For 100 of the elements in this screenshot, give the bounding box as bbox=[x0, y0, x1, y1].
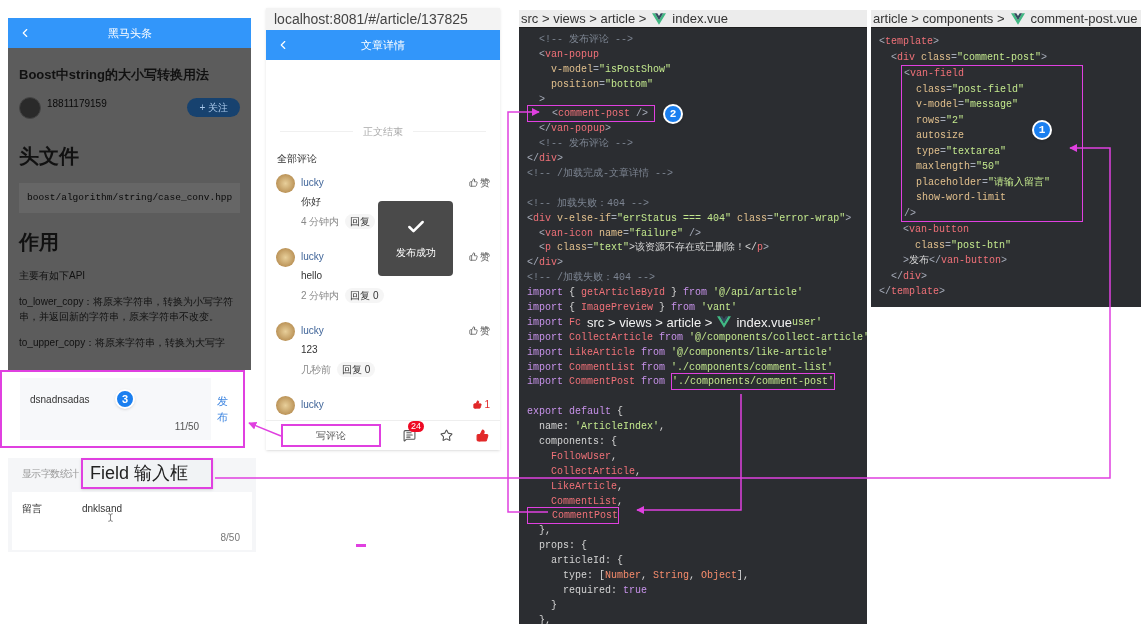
code-token: props: { bbox=[538, 539, 587, 554]
like-button[interactable]: 赞 bbox=[469, 174, 490, 190]
comment-author: lucky bbox=[301, 175, 324, 190]
code-token: < bbox=[890, 50, 897, 65]
code-token: Fc bbox=[568, 315, 583, 330]
code-token: = bbox=[970, 160, 977, 175]
code-token: > bbox=[845, 211, 852, 226]
number-badge: 1 bbox=[1032, 120, 1052, 140]
code-token: "post-btn" bbox=[951, 238, 1012, 253]
code-token: getArticleById bbox=[581, 286, 666, 301]
code-token: < bbox=[538, 241, 545, 256]
avatar bbox=[276, 322, 295, 341]
code-token: from bbox=[641, 360, 666, 375]
code-block: boost/algorithm/string/case_conv.hpp bbox=[19, 182, 240, 213]
code-token: = bbox=[940, 113, 947, 128]
reply-button[interactable]: 回复 0 bbox=[345, 288, 384, 303]
word-counter: 11/50 bbox=[174, 420, 200, 434]
code-token: } bbox=[670, 286, 679, 301]
code-token: , bbox=[635, 464, 642, 479]
breadcrumb-overlay: index.vue bbox=[736, 313, 793, 332]
code-token: >该资源不存在或已删除！</ bbox=[629, 240, 758, 256]
code-token: from bbox=[659, 330, 684, 345]
like-button[interactable]: 赞 bbox=[469, 322, 490, 338]
code-token: div bbox=[539, 256, 558, 271]
code-token: './components/comment-list' bbox=[670, 360, 834, 375]
paragraph: 主要有如下API bbox=[19, 268, 86, 283]
comment-author: lucky bbox=[301, 397, 324, 412]
code-token: String bbox=[653, 569, 690, 583]
code-token: > bbox=[605, 122, 612, 137]
code-token: CommentPost bbox=[551, 510, 618, 522]
callout-label: Field 输入框 bbox=[81, 458, 213, 489]
code-token: FollowUser bbox=[550, 449, 611, 464]
code-token: name bbox=[598, 226, 624, 241]
code-token: , bbox=[617, 494, 624, 509]
thumbs-up-icon[interactable] bbox=[476, 429, 489, 442]
breadcrumb-file: index.vue bbox=[672, 10, 728, 28]
code-token: v-model bbox=[550, 62, 593, 77]
code-token: '@/api/article' bbox=[712, 286, 804, 301]
post-button[interactable]: 发布 bbox=[217, 392, 239, 426]
like-button[interactable]: 赞 bbox=[469, 248, 490, 264]
code-token: "post-field" bbox=[952, 82, 1025, 97]
code-token: show-word-limit bbox=[915, 191, 1007, 206]
star-icon[interactable] bbox=[440, 429, 453, 442]
section-heading: 作用 bbox=[19, 229, 59, 255]
code-token: articleId: { bbox=[550, 554, 623, 569]
reply-button[interactable]: 回复 0 bbox=[337, 362, 376, 377]
code-token: { bbox=[568, 286, 577, 301]
code-token: > bbox=[933, 35, 940, 50]
breadcrumb-overlay: src > views > article > bbox=[587, 313, 713, 332]
code-token: = bbox=[623, 226, 630, 241]
code-token: name: bbox=[538, 420, 570, 435]
code-token: template bbox=[891, 285, 940, 300]
code-token: } bbox=[658, 301, 667, 315]
code-token: = bbox=[946, 82, 953, 97]
toast-text: 发布成功 bbox=[395, 246, 436, 260]
code-token: = bbox=[767, 211, 774, 226]
code-token: CollectArticle bbox=[568, 330, 655, 345]
code-token: /> bbox=[635, 108, 650, 120]
code-token: from bbox=[671, 301, 696, 315]
code-token: }, bbox=[538, 613, 551, 624]
code-token: "bottom" bbox=[605, 77, 654, 92]
code-token: p bbox=[757, 241, 764, 256]
like-button[interactable]: 1 bbox=[473, 396, 490, 412]
write-comment-button[interactable]: 写评论 bbox=[281, 424, 381, 447]
code-token: Number bbox=[605, 569, 642, 583]
code-token: , bbox=[617, 479, 624, 494]
code-token: <!-- 加载失败：404 --> bbox=[527, 196, 649, 211]
code-token: > bbox=[1001, 254, 1008, 269]
code-token: van-popup bbox=[545, 47, 600, 62]
code-token: , bbox=[641, 569, 649, 583]
code-token: < bbox=[538, 226, 545, 241]
code-token: type: [ bbox=[562, 569, 605, 583]
code-token: van-field bbox=[910, 67, 965, 82]
code-token: autosize bbox=[915, 129, 964, 144]
code-token: "textarea" bbox=[946, 144, 1007, 159]
code-token: "isPostShow" bbox=[599, 62, 672, 77]
code-token: import bbox=[527, 375, 563, 390]
code-token: { bbox=[568, 301, 577, 315]
follow-button[interactable]: + 关注 bbox=[187, 98, 240, 117]
code-token: <!-- /加载完成-文章详情 --> bbox=[527, 166, 673, 181]
code-token: position bbox=[550, 77, 599, 92]
field-card[interactable]: 留言 dnklsand 8/50 bbox=[12, 492, 252, 550]
code-token: </ bbox=[538, 122, 551, 137]
code-token: < bbox=[538, 47, 545, 62]
code-token: = bbox=[611, 211, 618, 226]
code-token: "2" bbox=[946, 113, 965, 128]
code-token: , bbox=[611, 449, 618, 464]
comment-text: hello bbox=[301, 269, 323, 283]
code-token: } bbox=[550, 598, 557, 613]
comment-time: 4 分钟内 bbox=[301, 215, 340, 229]
code-token: = bbox=[958, 98, 965, 113]
code-token: placeholder bbox=[915, 175, 982, 190]
number-badge: 2 bbox=[663, 103, 684, 124]
comment-icon[interactable] bbox=[403, 429, 416, 442]
code-token: < bbox=[904, 67, 910, 82]
code-token: type bbox=[915, 144, 940, 159]
field-value: dnklsand bbox=[82, 502, 123, 516]
avatar bbox=[276, 396, 295, 415]
code-token: > bbox=[921, 269, 928, 284]
reply-button[interactable]: 回复 bbox=[345, 214, 376, 229]
